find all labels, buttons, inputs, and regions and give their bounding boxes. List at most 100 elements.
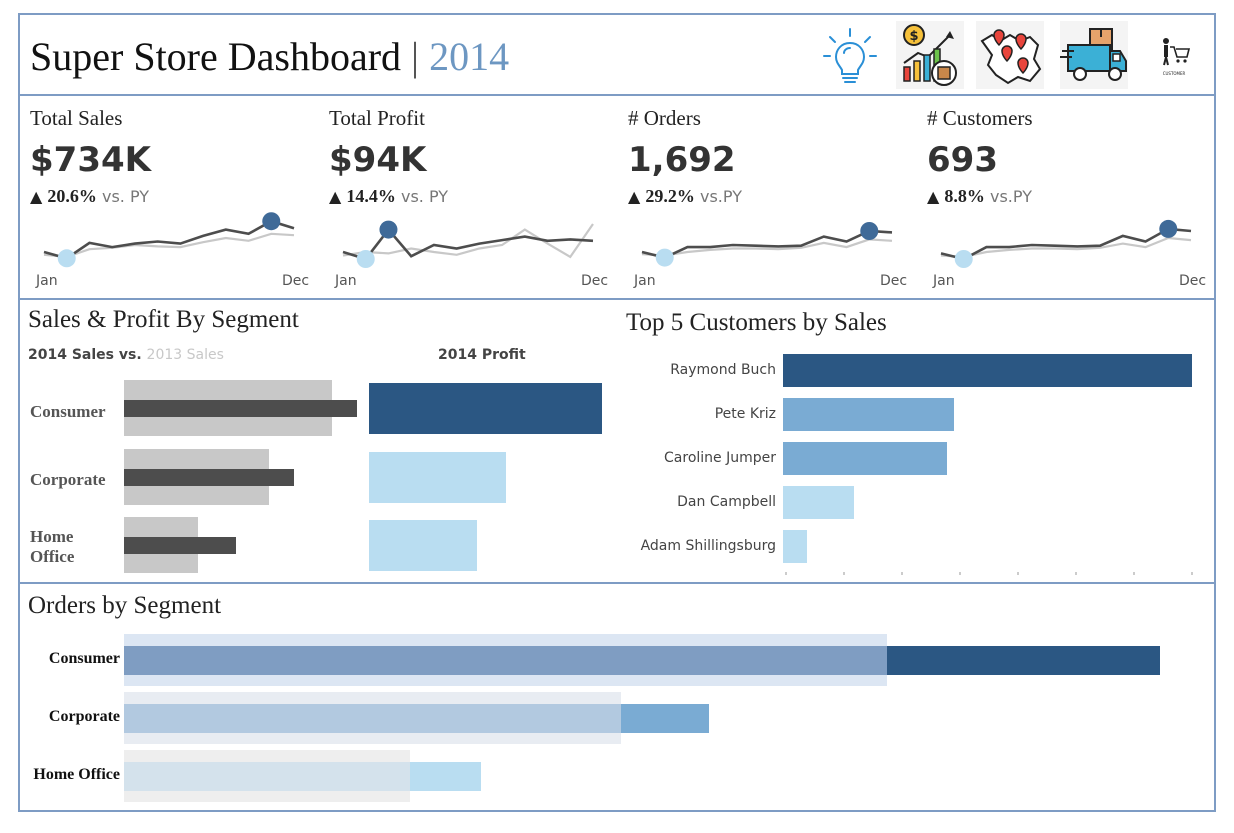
- orders-prior-bar-consumer[interactable]: [124, 646, 888, 675]
- kpi-label: Total Sales: [30, 106, 123, 130]
- sparkline-prior-year: [641, 238, 893, 257]
- kpi-change-suffix: vs. PY: [401, 187, 449, 206]
- kpi-change-pct: 8.8%: [944, 186, 985, 206]
- orders-title: Orders by Segment: [28, 592, 222, 619]
- sales-growth-icon[interactable]: $: [896, 21, 964, 89]
- month-end-label: Dec: [282, 273, 310, 289]
- segment-label-home-office: Home Office: [30, 527, 75, 566]
- sparkline-prior-year: [43, 232, 295, 259]
- kpi-label: # Customers: [927, 106, 1033, 130]
- sparkline-min-marker[interactable]: [57, 249, 76, 268]
- month-start-label: Jan: [335, 273, 357, 289]
- customer-name-label: Pete Kriz: [714, 406, 776, 422]
- kpi-total-sales[interactable]: Total Sales $734K ▲ 20.6% vs. PY Jan Dec: [20, 96, 318, 298]
- sales-subheading: 2014 Sales vs. 2013 Sales: [28, 347, 224, 363]
- header-panel: Super Store Dashboard | 2014 $ CUSTOMER: [18, 13, 1216, 96]
- kpi-label: Total Profit: [329, 106, 425, 130]
- up-arrow-icon: ▲: [927, 187, 940, 206]
- segment-customers-panel: Sales & Profit By Segment 2014 Sales vs.…: [18, 298, 1216, 584]
- segment-label-consumer: Consumer: [30, 402, 106, 421]
- sales-2014-bar-consumer[interactable]: [124, 400, 357, 417]
- kpi-label: # Orders: [628, 106, 701, 130]
- sales-head-bold: 2014 Sales vs.: [28, 347, 142, 363]
- kpi-value: $734K: [30, 140, 151, 180]
- kpi-value: $94K: [329, 140, 427, 180]
- kpi-change-suffix: vs.PY: [990, 187, 1032, 206]
- title-text: Super Store Dashboard: [30, 34, 402, 79]
- customer-name-label: Dan Campbell: [677, 494, 776, 510]
- customer-bar[interactable]: [783, 530, 807, 563]
- orders-prior-bar-corporate[interactable]: [124, 704, 621, 733]
- sparkline-max-marker[interactable]: [1159, 219, 1178, 238]
- customer-bar[interactable]: [783, 442, 948, 475]
- sparkline-total-sales[interactable]: [20, 206, 318, 298]
- sales-2014-bar-home-office[interactable]: [124, 537, 236, 554]
- customer-bar[interactable]: [783, 398, 955, 431]
- segment-title: Sales & Profit By Segment: [28, 306, 299, 333]
- kpi-value: 693: [927, 140, 998, 180]
- lightbulb-icon[interactable]: [816, 21, 884, 89]
- customer-bar[interactable]: [783, 486, 854, 519]
- sparkline-orders[interactable]: [618, 206, 916, 298]
- delivery-truck-icon[interactable]: [1060, 21, 1128, 89]
- orders-panel: Orders by Segment Consumer Corporate Home …: [18, 582, 1216, 812]
- kpi-orders[interactable]: # Orders 1,692 ▲ 29.2% vs.PY Jan Dec: [618, 96, 916, 298]
- sparkline-prior-year: [940, 236, 1192, 259]
- kpi-change-pct: 14.4%: [346, 186, 396, 206]
- kpi-change-suffix: vs. PY: [102, 187, 150, 206]
- title-separator: |: [411, 34, 420, 79]
- kpi-change-pct: 29.2%: [645, 186, 695, 206]
- profit-bar-corporate[interactable]: [369, 452, 506, 503]
- customer-name-label: Raymond Buch: [670, 362, 776, 378]
- kpi-panel: Total Sales $734K ▲ 20.6% vs. PY Jan Dec…: [18, 94, 1216, 300]
- orders-segment-label: Home Office: [33, 766, 120, 783]
- sales-2014-bar-corporate[interactable]: [124, 469, 294, 486]
- profit-bar-consumer[interactable]: [369, 383, 602, 434]
- kpi-total-profit[interactable]: Total Profit $94K ▲ 14.4% vs. PY Jan Dec: [319, 96, 617, 298]
- customers-title: Top 5 Customers by Sales: [626, 309, 887, 336]
- customers-axis-ticks: [785, 572, 1193, 575]
- up-arrow-icon: ▲: [628, 187, 641, 206]
- sparkline-min-marker[interactable]: [356, 250, 375, 268]
- map-pins-icon[interactable]: [976, 21, 1044, 89]
- kpi-change: ▲ 14.4% vs. PY: [329, 186, 448, 207]
- sparkline-max-marker[interactable]: [379, 220, 398, 239]
- sales-head-light: 2013 Sales: [146, 347, 224, 363]
- sparkline-current-year: [342, 227, 594, 261]
- sparkline-customers[interactable]: [917, 206, 1215, 298]
- customer-name-label: Adam Shillingsburg: [640, 538, 776, 554]
- up-arrow-icon: ▲: [30, 187, 43, 206]
- profit-bar-home-office[interactable]: [369, 520, 477, 571]
- orders-segment-label: Consumer: [48, 650, 120, 667]
- customer-icon[interactable]: CUSTOMER: [1140, 21, 1208, 89]
- month-end-label: Dec: [880, 273, 908, 289]
- title-year: 2014: [429, 34, 510, 79]
- kpi-value: 1,692: [628, 140, 736, 180]
- kpi-customers[interactable]: # Customers 693 ▲ 8.8% vs.PY Jan Dec: [917, 96, 1215, 298]
- kpi-change: ▲ 29.2% vs.PY: [628, 186, 742, 207]
- orders-prior-bar-home-office[interactable]: [124, 762, 410, 791]
- month-end-label: Dec: [1179, 273, 1207, 289]
- page-title: Super Store Dashboard | 2014: [30, 33, 509, 80]
- kpi-change-suffix: vs.PY: [700, 187, 742, 206]
- customer-name-label: Caroline Jumper: [664, 450, 776, 466]
- orders-segment-label: Corporate: [48, 708, 120, 725]
- customer-bar[interactable]: [783, 354, 1192, 387]
- kpi-change: ▲ 8.8% vs.PY: [927, 186, 1032, 207]
- kpi-change-pct: 20.6%: [47, 186, 97, 206]
- svg-text:$: $: [909, 29, 918, 44]
- sparkline-max-marker[interactable]: [262, 212, 281, 231]
- month-end-label: Dec: [581, 273, 609, 289]
- kpi-change: ▲ 20.6% vs. PY: [30, 186, 149, 207]
- month-start-label: Jan: [36, 273, 58, 289]
- sparkline-min-marker[interactable]: [954, 250, 973, 268]
- profit-subheading: 2014 Profit: [438, 347, 526, 363]
- month-start-label: Jan: [634, 273, 656, 289]
- segment-label-corporate: Corporate: [30, 470, 106, 489]
- sparkline-min-marker[interactable]: [655, 248, 674, 267]
- up-arrow-icon: ▲: [329, 187, 342, 206]
- customer-icon-caption: CUSTOMER: [1163, 71, 1186, 76]
- sparkline-max-marker[interactable]: [860, 222, 879, 240]
- month-start-label: Jan: [933, 273, 955, 289]
- sparkline-total-profit[interactable]: [319, 206, 617, 298]
